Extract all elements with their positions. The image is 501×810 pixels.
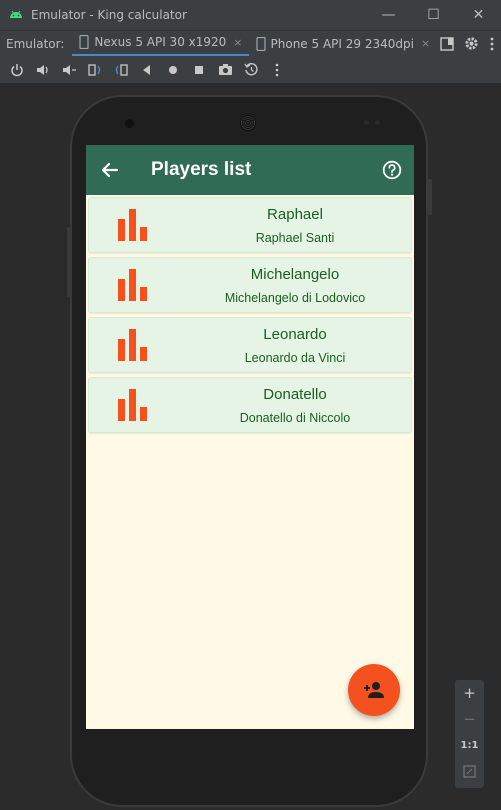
fit-screen-icon: [463, 764, 476, 778]
power-button[interactable]: [6, 59, 28, 81]
tab-close-icon[interactable]: ×: [233, 36, 242, 49]
player-full-name: Donatello di Niccolo: [239, 410, 351, 425]
actual-size-button[interactable]: 1:1: [455, 732, 484, 758]
help-button[interactable]: [370, 160, 414, 180]
emulator-tabs-bar: Emulator: Nexus 5 API 30 x1920 × Phone 5…: [0, 30, 501, 57]
tab-label: Phone 5 API 29 2340dpi: [270, 36, 414, 51]
sensor-icon: [375, 120, 380, 125]
volume-down-icon: [62, 64, 76, 75]
minimize-button[interactable]: —: [366, 0, 411, 30]
tab-phone5[interactable]: Phone 5 API 29 2340dpi ×: [249, 31, 437, 57]
phone-volume-key: [67, 227, 71, 297]
device-icon: [79, 35, 89, 49]
players-list: Raphael Raphael Santi Michelangelo Miche…: [86, 195, 414, 433]
maximize-button[interactable]: ☐: [411, 0, 456, 30]
rotate-left-button[interactable]: [84, 59, 106, 81]
sensor-icon: [364, 120, 369, 125]
overview-button[interactable]: [188, 59, 210, 81]
tab-close-icon[interactable]: ×: [421, 37, 430, 50]
player-full-name: Michelangelo di Lodovico: [224, 290, 366, 305]
emulator-label: Emulator:: [6, 36, 65, 51]
snapshot-button[interactable]: [240, 59, 262, 81]
player-name: Michelangelo: [250, 265, 340, 283]
zoom-out-button[interactable]: −: [455, 706, 484, 732]
volume-up-button[interactable]: [32, 59, 54, 81]
volume-down-button[interactable]: [58, 59, 80, 81]
back-triangle-icon: [143, 64, 150, 75]
app-bar: Players list: [86, 145, 414, 195]
close-window-button[interactable]: ✕: [456, 0, 501, 30]
layout-icon[interactable]: [440, 36, 454, 51]
player-stats-icon[interactable]: [89, 329, 179, 361]
home-button[interactable]: [162, 59, 184, 81]
person-add-icon: [364, 682, 384, 698]
zoom-controls: + − 1:1: [455, 680, 484, 788]
tab-nexus5[interactable]: Nexus 5 API 30 x1920 ×: [72, 30, 249, 57]
tab-label: Nexus 5 API 30 x1920: [94, 35, 227, 49]
front-camera-icon: [125, 119, 134, 128]
player-stats-icon[interactable]: [89, 209, 179, 241]
player-stats-icon[interactable]: [89, 389, 179, 421]
device-screen: Players list Raphael Raphael Santi Miche…: [86, 145, 414, 729]
player-full-name: Leonardo da Vinci: [244, 350, 346, 365]
window-titlebar: Emulator - King calculator — ☐ ✕: [0, 0, 501, 30]
android-icon: [10, 10, 22, 18]
player-name: Raphael: [267, 205, 323, 223]
list-item[interactable]: Raphael Raphael Santi: [88, 197, 412, 253]
rotate-right-icon: [115, 63, 128, 76]
player-full-name: Raphael Santi: [255, 230, 335, 245]
player-name: Leonardo: [263, 325, 327, 343]
snapshot-history-icon: [243, 63, 258, 76]
player-name: Donatello: [263, 385, 327, 403]
volume-up-icon: [36, 64, 48, 75]
rotate-right-button[interactable]: [110, 59, 132, 81]
list-item[interactable]: Michelangelo Michelangelo di Lodovico: [88, 257, 412, 313]
fit-screen-button[interactable]: [455, 758, 484, 784]
camera-icon: [218, 64, 232, 75]
phone-power-key: [427, 179, 432, 215]
list-item[interactable]: Leonardo Leonardo da Vinci: [88, 317, 412, 373]
window-title: Emulator - King calculator: [31, 8, 187, 22]
power-icon: [11, 63, 23, 76]
add-player-button[interactable]: [348, 664, 400, 716]
device-icon: [255, 36, 266, 51]
earpiece-speaker-icon: [240, 115, 256, 131]
back-button[interactable]: [136, 59, 158, 81]
zoom-in-button[interactable]: +: [455, 680, 484, 706]
screenshot-button[interactable]: [214, 59, 236, 81]
more-vertical-icon: [275, 63, 279, 76]
more-options-button[interactable]: [266, 59, 288, 81]
help-icon: [382, 160, 402, 180]
page-title: Players list: [151, 159, 252, 180]
gear-icon[interactable]: [464, 36, 479, 51]
rotate-left-icon: [88, 63, 101, 76]
more-icon[interactable]: [489, 37, 495, 51]
home-circle-icon: [169, 65, 177, 74]
player-stats-icon[interactable]: [89, 269, 179, 301]
overview-square-icon: [195, 65, 203, 74]
arrow-back-icon: [101, 162, 119, 178]
navigate-up-button[interactable]: [86, 162, 134, 178]
list-item[interactable]: Donatello Donatello di Niccolo: [88, 377, 412, 433]
emulator-toolbar: [0, 56, 501, 84]
